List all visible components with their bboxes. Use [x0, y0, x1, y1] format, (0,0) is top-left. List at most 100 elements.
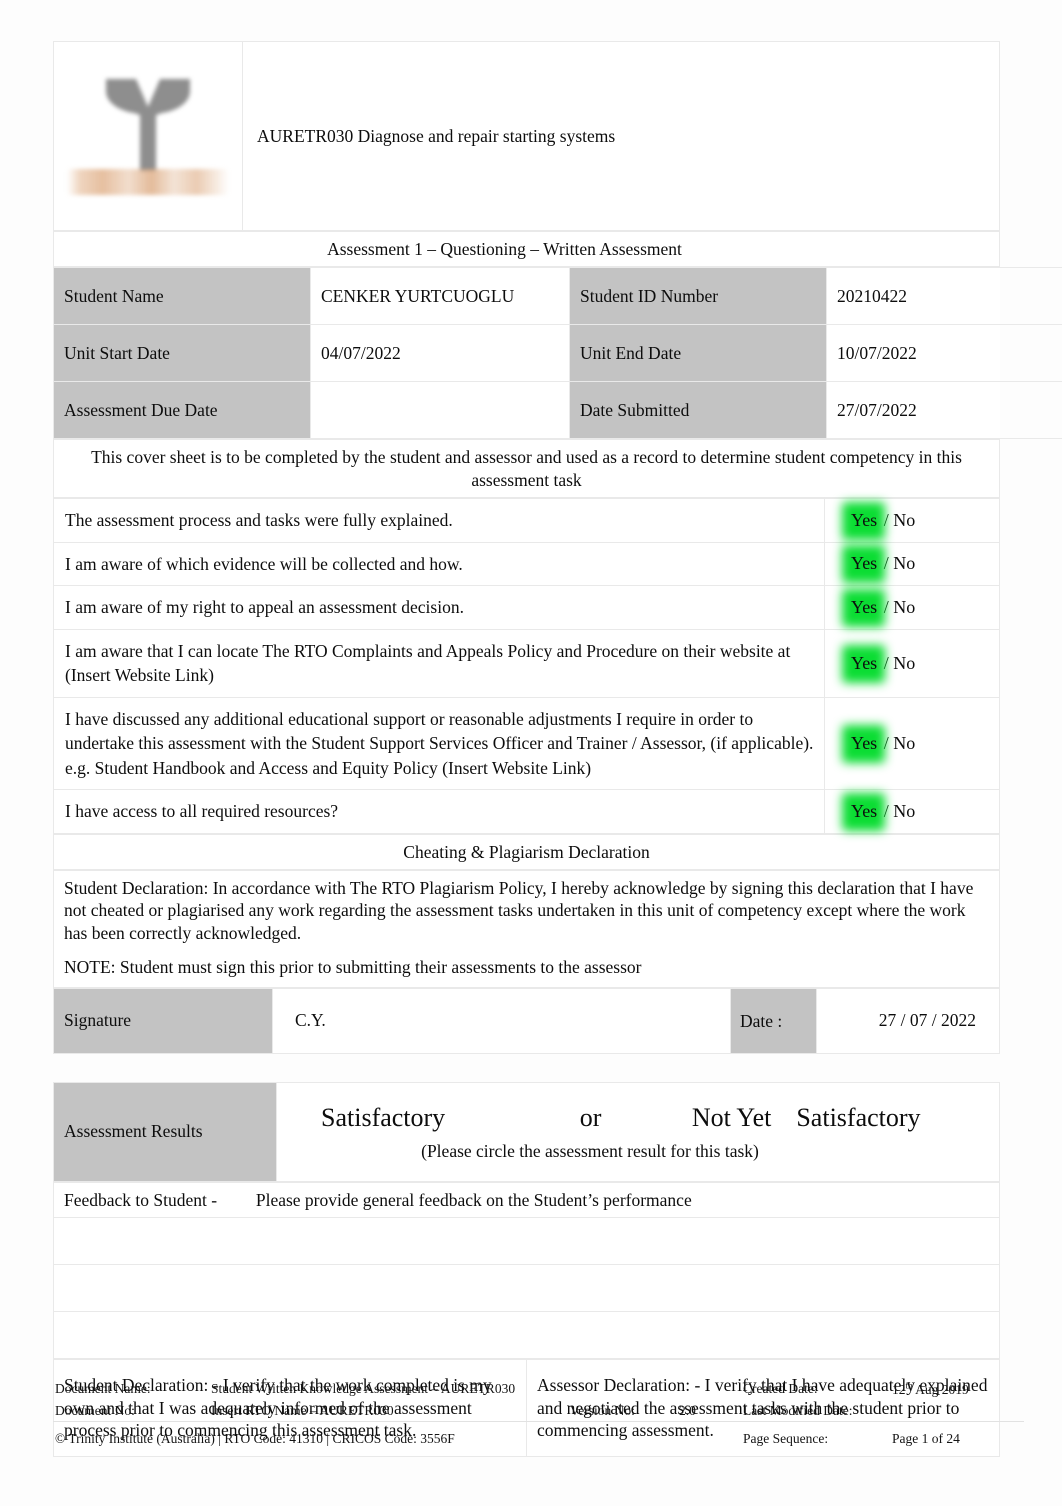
- feedback-input-row[interactable]: [53, 1217, 1000, 1266]
- trinity-logo-icon: [61, 65, 235, 217]
- document-no-value: Insert RTO Name – AURETR030: [211, 1402, 394, 1418]
- answer-yes-highlighted[interactable]: Yes: [849, 552, 879, 575]
- footer-row-document-name: Document Name: Student Written Knowledge…: [53, 1378, 1024, 1400]
- answer-yes-highlighted[interactable]: Yes: [849, 732, 879, 755]
- unit-start-date-value[interactable]: 04/07/2022: [310, 324, 570, 383]
- footer-table: Document Name: Student Written Knowledge…: [53, 1378, 1024, 1449]
- document-no-label: Document No:: [55, 1402, 135, 1418]
- last-modified-value: [890, 1400, 1024, 1422]
- signature-table: Signature C.Y. Date : 27 / 07 / 2022: [53, 987, 1000, 1054]
- created-date-ordinal: th: [905, 1380, 913, 1390]
- unit-title-cell: AURETR030 Diagnose and repair starting s…: [242, 41, 1000, 231]
- assessment-title-row: Assessment 1 – Questioning – Written Ass…: [53, 230, 1000, 268]
- assessment-results-instruction: (Please circle the assessment result for…: [421, 1141, 759, 1162]
- question-answer[interactable]: Yes / No: [824, 585, 1000, 630]
- info-row-dates: Unit Start Date 04/07/2022 Unit End Date…: [53, 324, 1062, 383]
- answer-no[interactable]: No: [893, 653, 915, 673]
- feedback-input-row[interactable]: [53, 1311, 1000, 1360]
- assessment-results-options-cell: Satisfactory or Not Yet Satisfactory (Pl…: [276, 1081, 1000, 1182]
- answer-no[interactable]: No: [893, 733, 915, 753]
- plagiarism-declaration-row: Student Declaration: In accordance with …: [53, 870, 1000, 988]
- question-text: I am aware of which evidence will be col…: [53, 541, 825, 587]
- signature-value[interactable]: C.Y.: [272, 987, 731, 1054]
- result-option-not-yet-satisfactory[interactable]: Satisfactory: [796, 1103, 920, 1132]
- unit-end-date-label: Unit End Date: [569, 324, 827, 383]
- assessment-results-options: Satisfactory or Not Yet Satisfactory: [277, 1091, 999, 1134]
- page-sequence-label: Page Sequence:: [741, 1420, 890, 1449]
- answer-yes-highlighted[interactable]: Yes: [849, 596, 879, 619]
- feedback-prompt: Please provide general feedback on the S…: [255, 1189, 692, 1210]
- feedback-label: Feedback to Student -: [64, 1189, 218, 1210]
- created-date-label: Created Date:: [743, 1381, 818, 1396]
- answer-yes-highlighted[interactable]: Yes: [849, 652, 879, 675]
- assessment-results-row: Assessment Results Satisfactory or Not Y…: [53, 1081, 1000, 1182]
- feedback-input-cell[interactable]: [53, 1264, 1000, 1313]
- assessment-title-cell: Assessment 1 – Questioning – Written Ass…: [53, 230, 1000, 268]
- answer-yes-highlighted[interactable]: Yes: [849, 800, 879, 823]
- feedback-input-cell[interactable]: [53, 1217, 1000, 1266]
- answer-no[interactable]: No: [893, 597, 915, 617]
- result-option-or: or: [579, 1102, 602, 1132]
- plagiarism-declaration-table: Student Declaration: In accordance with …: [53, 870, 1000, 988]
- header-table: AURETR030 Diagnose and repair starting s…: [53, 41, 1000, 231]
- created-date-rest: Aug 2019: [912, 1381, 969, 1397]
- question-row: I am aware of which evidence will be col…: [53, 541, 1000, 587]
- question-answer[interactable]: Yes / No: [824, 541, 1000, 587]
- plagiarism-declaration-cell: Student Declaration: In accordance with …: [53, 870, 1000, 988]
- plagiarism-note-text: NOTE: Student must sign this prior to su…: [64, 957, 642, 978]
- signature-row: Signature C.Y. Date : 27 / 07 / 2022: [53, 987, 1000, 1054]
- unit-title: AURETR030 Diagnose and repair starting s…: [257, 125, 616, 146]
- assessment-results-table: Assessment Results Satisfactory or Not Y…: [53, 1081, 1000, 1182]
- student-info-table: Student Name CENKER YURTCUOGLU Student I…: [53, 267, 1062, 440]
- question-answer[interactable]: Yes / No: [824, 789, 1000, 834]
- spacer-row: [53, 1053, 1000, 1082]
- result-option-not-yet[interactable]: Not Yet: [692, 1103, 771, 1132]
- student-name-label: Student Name: [53, 267, 311, 326]
- question-row: I am aware of my right to appeal an asse…: [53, 585, 1000, 630]
- page-sequence-value: Page 1 of 24: [890, 1420, 1024, 1449]
- feedback-prompt-row: Feedback to Student - Please provide gen…: [53, 1181, 1000, 1219]
- info-row-submission: Assessment Due Date Date Submitted 27/07…: [53, 381, 1062, 440]
- question-answer[interactable]: Yes / No: [824, 628, 1000, 698]
- question-text: I am aware that I can locate The RTO Com…: [53, 628, 825, 698]
- result-option-satisfactory[interactable]: Satisfactory: [321, 1103, 445, 1132]
- spacer-cell: [53, 1053, 1000, 1082]
- student-name-value[interactable]: CENKER YURTCUOGLU: [310, 267, 570, 326]
- answer-yes-highlighted[interactable]: Yes: [849, 509, 879, 532]
- cover-note-table: This cover sheet is to be completed by t…: [53, 439, 1000, 499]
- footer-spacer-a: [568, 1378, 677, 1400]
- question-text: I am aware of my right to appeal an asse…: [53, 585, 825, 630]
- document-page: AURETR030 Diagnose and repair starting s…: [0, 0, 1062, 1506]
- assessment-due-date-value[interactable]: [310, 381, 570, 440]
- version-value: 2.0: [679, 1402, 696, 1418]
- document-name-value: Student Written Knowledge Assessment – A…: [211, 1381, 516, 1396]
- assessment-title: Assessment 1 – Questioning – Written Ass…: [327, 239, 682, 259]
- feedback-input-row[interactable]: [53, 1264, 1000, 1313]
- feedback-input-cell[interactable]: [53, 1311, 1000, 1360]
- last-modified-label: Last Modified Date:: [743, 1402, 853, 1418]
- document-footer: Document Name: Student Written Knowledge…: [53, 1378, 1024, 1449]
- question-text: The assessment process and tasks were fu…: [53, 498, 825, 543]
- cover-note-row: This cover sheet is to be completed by t…: [53, 439, 1000, 499]
- student-id-value[interactable]: 20210422: [826, 267, 1062, 326]
- logo-glyph-icon: [106, 79, 190, 171]
- footer-spacer-b: [677, 1378, 741, 1400]
- signature-date-value[interactable]: 27 / 07 / 2022: [816, 987, 1000, 1054]
- unit-end-date-value[interactable]: 10/07/2022: [826, 324, 1062, 383]
- version-label: Version No:: [570, 1402, 635, 1418]
- question-answer[interactable]: Yes / No: [824, 498, 1000, 543]
- date-submitted-label: Date Submitted: [569, 381, 827, 440]
- created-date-number: 12: [892, 1381, 906, 1397]
- answer-no[interactable]: No: [893, 801, 915, 821]
- date-submitted-value[interactable]: 27/07/2022: [826, 381, 1062, 440]
- question-row: I have discussed any additional educatio…: [53, 696, 1000, 791]
- cover-note-text: This cover sheet is to be completed by t…: [53, 439, 1000, 499]
- question-answer[interactable]: Yes / No: [824, 696, 1000, 791]
- footer-copyright: © Trinity Institute (Australia) | RTO Co…: [53, 1420, 741, 1449]
- question-row: I am aware that I can locate The RTO Com…: [53, 628, 1000, 698]
- plagiarism-banner-text: Cheating & Plagiarism Declaration: [53, 833, 1000, 871]
- question-row: The assessment process and tasks were fu…: [53, 498, 1000, 543]
- info-row-name: Student Name CENKER YURTCUOGLU Student I…: [53, 267, 1062, 326]
- answer-no[interactable]: No: [893, 553, 915, 573]
- answer-no[interactable]: No: [893, 510, 915, 530]
